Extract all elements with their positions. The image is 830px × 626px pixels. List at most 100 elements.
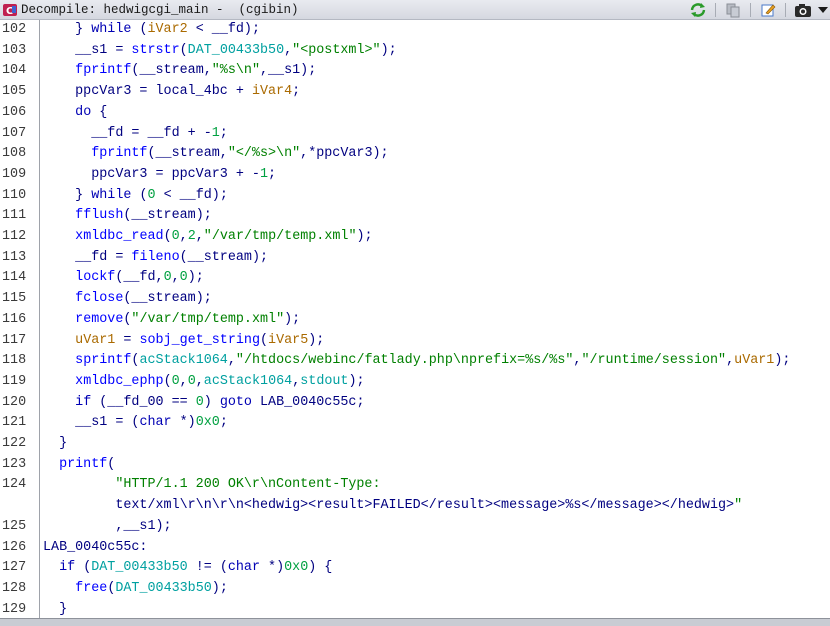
dropdown-icon [818, 7, 828, 13]
code-text[interactable]: remove("/var/tmp/temp.xml"); [43, 310, 300, 331]
line-number: 112 [2, 229, 27, 244]
line-number: 114 [2, 270, 27, 286]
line-number: 117 [2, 332, 27, 348]
code-line[interactable]: 114 lockf(__fd,0,0); [0, 268, 830, 289]
code-text[interactable]: "HTTP/1.1 200 OK\r\nContent-Type: [43, 475, 380, 496]
code-text[interactable]: __s1 = strstr(DAT_00433b50,"<postxml>"); [43, 41, 397, 62]
code-line[interactable]: 125 ,__s1); [0, 517, 830, 538]
line-number: 120 [2, 394, 27, 410]
code-text[interactable]: __fd = fileno(__stream); [43, 248, 268, 269]
line-number: 125 [2, 518, 27, 534]
code-text[interactable]: __fd = __fd + -1; [43, 124, 228, 145]
decompiler-icon: C [3, 3, 17, 17]
code-line[interactable]: 102 } while (iVar2 < __fd); [0, 20, 830, 41]
line-number: 102 [2, 22, 27, 37]
code-text[interactable]: } while (iVar2 < __fd); [43, 20, 260, 41]
refresh-icon [690, 3, 706, 17]
code-line[interactable]: 104 fprintf(__stream,"%s\n",__s1); [0, 61, 830, 82]
toolbar-separator [750, 3, 751, 17]
code-text[interactable]: lockf(__fd,0,0); [43, 268, 204, 289]
code-text[interactable]: fclose(__stream); [43, 289, 212, 310]
code-line[interactable]: 126 LAB_0040c55c: [0, 538, 830, 559]
code-text[interactable]: fprintf(__stream,"%s\n",__s1); [43, 61, 316, 82]
code-line[interactable]: 117 uVar1 = sobj_get_string(iVar5); [0, 331, 830, 352]
code-line[interactable]: 105 ppcVar3 = local_4bc + iVar4; [0, 82, 830, 103]
line-number: 107 [2, 125, 27, 141]
line-number: 116 [2, 311, 27, 327]
line-number: 124 [2, 477, 27, 493]
line-number: 111 [2, 208, 27, 224]
code-text[interactable]: } while (0 < __fd); [43, 186, 228, 207]
toolbar [681, 0, 830, 20]
decompiled-code-view[interactable]: 102 } while (iVar2 < __fd); 103 __s1 = st… [0, 20, 830, 618]
code-text[interactable]: xmldbc_read(0,2,"/var/tmp/temp.xml"); [43, 227, 372, 248]
code-line[interactable]: 112 xmldbc_read(0,2,"/var/tmp/temp.xml")… [0, 227, 830, 248]
line-number: 106 [2, 104, 27, 120]
code-line[interactable]: text/xml\r\n\r\n<hedwig><result>FAILED</… [0, 496, 830, 517]
line-number: 118 [2, 353, 27, 369]
code-text[interactable]: ,__s1); [43, 517, 171, 538]
copy-icon [726, 3, 740, 18]
code-text[interactable]: fflush(__stream); [43, 206, 212, 227]
toolbar-separator [715, 3, 716, 17]
code-line[interactable]: 115 fclose(__stream); [0, 289, 830, 310]
code-line[interactable]: 116 remove("/var/tmp/temp.xml"); [0, 310, 830, 331]
code-line[interactable]: 121 __s1 = (char *)0x0; [0, 413, 830, 434]
horizontal-scrollbar[interactable] [0, 618, 830, 626]
code-text[interactable]: do { [43, 103, 107, 124]
line-number: 110 [2, 187, 27, 203]
code-text[interactable]: sprintf(acStack1064,"/htdocs/webinc/fatl… [43, 351, 790, 372]
line-number: 122 [2, 436, 27, 451]
code-text[interactable]: ppcVar3 = local_4bc + iVar4; [43, 82, 300, 103]
code-text[interactable]: text/xml\r\n\r\n<hedwig><result>FAILED</… [43, 496, 742, 517]
window-title: Decompile: hedwigcgi_main - (cgibin) [21, 2, 299, 17]
code-line[interactable]: 113 __fd = fileno(__stream); [0, 248, 830, 269]
window-titlebar: C Decompile: hedwigcgi_main - (cgibin) [0, 0, 830, 20]
code-text[interactable]: printf( [43, 455, 115, 476]
code-text[interactable]: free(DAT_00433b50); [43, 579, 228, 600]
code-line[interactable]: 120 if (__fd_00 == 0) goto LAB_0040c55c; [0, 393, 830, 414]
code-line[interactable]: 106 do { [0, 103, 830, 124]
line-number: 127 [2, 560, 27, 576]
line-number: 128 [2, 580, 27, 596]
code-line[interactable]: 103 __s1 = strstr(DAT_00433b50,"<postxml… [0, 41, 830, 62]
line-number: 105 [2, 84, 27, 100]
code-line[interactable]: 124 "HTTP/1.1 200 OK\r\nContent-Type: [0, 475, 830, 496]
code-text[interactable]: if (DAT_00433b50 != (char *)0x0) { [43, 558, 332, 579]
copy-button[interactable] [722, 1, 744, 19]
menu-dropdown-button[interactable] [816, 1, 830, 19]
code-line[interactable]: 109 ppcVar3 = ppcVar3 + -1; [0, 165, 830, 186]
code-text[interactable]: __s1 = (char *)0x0; [43, 413, 228, 434]
line-number: 109 [2, 166, 27, 182]
line-number: 119 [2, 373, 27, 389]
line-number: 113 [2, 249, 27, 265]
code-line[interactable]: 111 fflush(__stream); [0, 206, 830, 227]
code-text[interactable]: LAB_0040c55c: [43, 538, 147, 559]
line-number: 121 [2, 415, 27, 431]
line-number: 103 [2, 42, 27, 58]
edit-button[interactable] [757, 1, 779, 19]
code-text[interactable]: uVar1 = sobj_get_string(iVar5); [43, 331, 324, 352]
code-line[interactable]: 108 fprintf(__stream,"</%s>\n",*ppcVar3)… [0, 144, 830, 165]
code-line[interactable]: 110 } while (0 < __fd); [0, 186, 830, 207]
code-line[interactable]: 107 __fd = __fd + -1; [0, 124, 830, 145]
code-text[interactable]: xmldbc_ephp(0,0,acStack1064,stdout); [43, 372, 364, 393]
toolbar-separator [785, 3, 786, 17]
camera-icon [795, 4, 811, 17]
line-number: 108 [2, 146, 27, 162]
snapshot-button[interactable] [792, 1, 814, 19]
line-number: 126 [2, 539, 27, 555]
line-number: 115 [2, 291, 27, 307]
code-text[interactable]: ppcVar3 = ppcVar3 + -1; [43, 165, 276, 186]
code-line[interactable]: 118 sprintf(acStack1064,"/htdocs/webinc/… [0, 351, 830, 372]
line-number: 104 [2, 63, 27, 79]
code-line[interactable]: 123 printf( [0, 455, 830, 476]
code-line[interactable]: 122 } [0, 434, 830, 455]
code-text[interactable]: } [43, 434, 67, 455]
code-line[interactable]: 128 free(DAT_00433b50); [0, 579, 830, 600]
code-text[interactable]: fprintf(__stream,"</%s>\n",*ppcVar3); [43, 144, 388, 165]
code-line[interactable]: 119 xmldbc_ephp(0,0,acStack1064,stdout); [0, 372, 830, 393]
code-line[interactable]: 127 if (DAT_00433b50 != (char *)0x0) { [0, 558, 830, 579]
code-text[interactable]: if (__fd_00 == 0) goto LAB_0040c55c; [43, 393, 364, 414]
refresh-button[interactable] [687, 1, 709, 19]
